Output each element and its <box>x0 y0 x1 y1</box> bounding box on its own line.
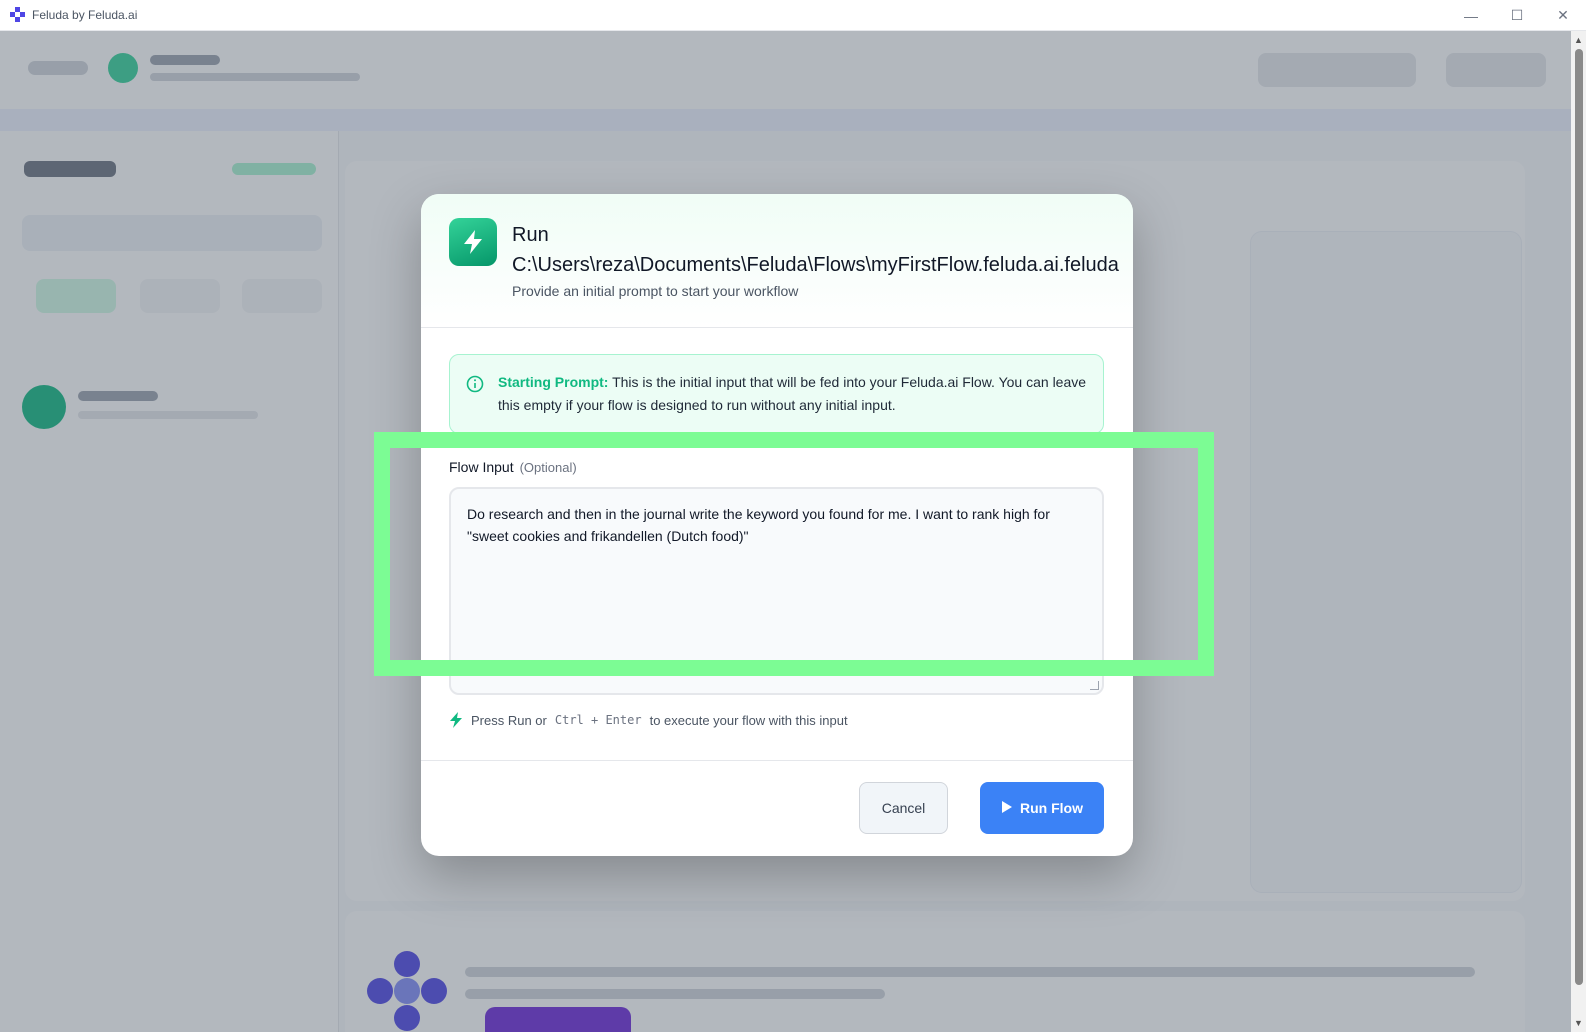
scroll-down-icon[interactable]: ▼ <box>1574 1018 1583 1028</box>
hint-after: to execute your flow with this input <box>649 712 848 728</box>
dialog-header: Run C:\Users\reza\Documents\Feluda\Flows… <box>421 194 1133 328</box>
scroll-thumb[interactable] <box>1575 49 1583 985</box>
dialog-footer-divider <box>421 760 1133 761</box>
info-callout: Starting Prompt: This is the initial inp… <box>449 354 1104 434</box>
run-flow-button[interactable]: Run Flow <box>980 782 1104 834</box>
cancel-button[interactable]: Cancel <box>859 782 948 834</box>
bolt-hint-icon <box>449 712 463 728</box>
dialog-subtitle: Provide an initial prompt to start your … <box>512 283 799 299</box>
close-icon[interactable]: ✕ <box>1540 0 1586 31</box>
minimize-icon[interactable]: — <box>1448 0 1494 31</box>
dialog-title-path: C:\Users\reza\Documents\Feluda\Flows\myF… <box>512 254 1119 276</box>
scrollbar[interactable]: ▲ ▼ <box>1571 31 1586 1032</box>
window-titlebar: Feluda by Feluda.ai — ☐ ✕ <box>0 0 1586 31</box>
play-icon <box>1001 800 1012 816</box>
info-icon <box>466 375 484 398</box>
info-text: Starting Prompt: This is the initial inp… <box>498 371 1088 417</box>
dialog-title: Run C:\Users\reza\Documents\Feluda\Flows… <box>512 220 1133 280</box>
hint-before: Press Run or <box>471 712 547 728</box>
run-flow-label: Run Flow <box>1020 800 1083 816</box>
flow-input-textarea[interactable]: Do research and then in the journal writ… <box>449 487 1104 695</box>
keyboard-hint: Press Run or Ctrl + Enter to execute you… <box>449 712 848 728</box>
run-flow-dialog: Run C:\Users\reza\Documents\Feluda\Flows… <box>421 194 1133 856</box>
info-lead: Starting Prompt: <box>498 374 609 390</box>
flow-input-label-text: Flow Input <box>449 459 514 475</box>
flow-input-label: Flow Input (Optional) <box>449 459 577 475</box>
window-title: Feluda by Feluda.ai <box>32 8 138 22</box>
resize-handle-icon[interactable] <box>1090 681 1099 690</box>
app-logo-icon <box>10 7 26 23</box>
maximize-icon[interactable]: ☐ <box>1494 0 1540 31</box>
flow-input-value[interactable]: Do research and then in the journal writ… <box>467 506 1050 544</box>
dialog-title-prefix: Run <box>512 224 549 246</box>
scroll-up-icon[interactable]: ▲ <box>1574 35 1583 45</box>
bolt-icon <box>449 218 497 266</box>
optional-tag: (Optional) <box>519 460 577 475</box>
hint-shortcut: Ctrl + Enter <box>554 713 642 727</box>
